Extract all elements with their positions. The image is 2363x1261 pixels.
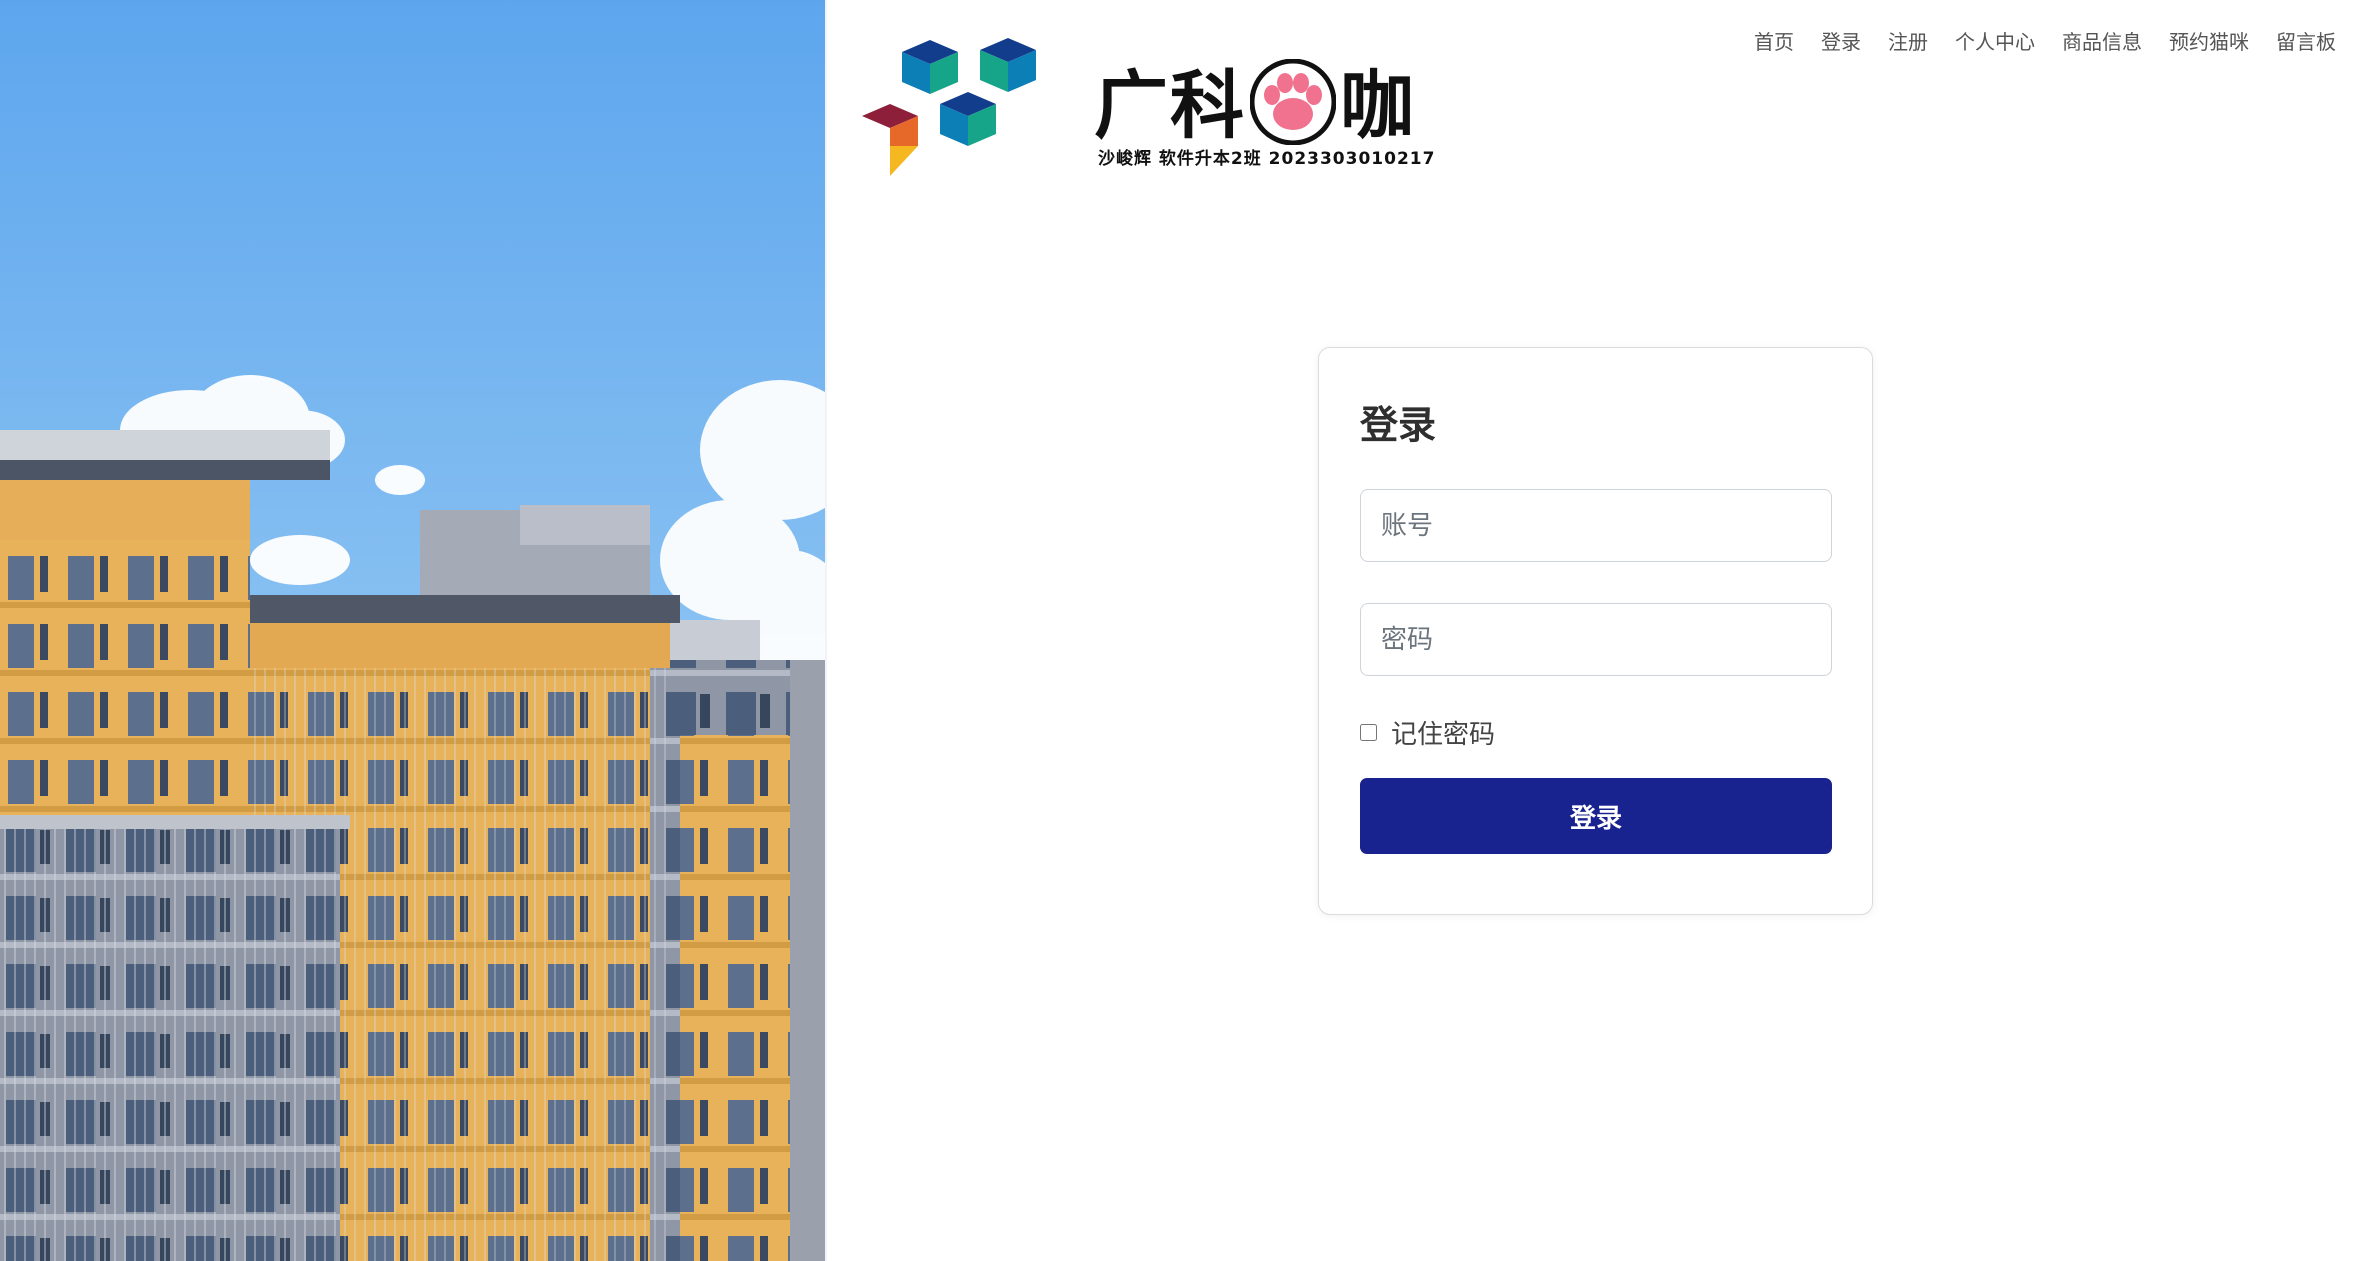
site-logo[interactable]: 广科 咖 沙峻辉 软件升本2班 2023303010217 xyxy=(858,36,1438,186)
login-button[interactable]: 登录 xyxy=(1360,778,1832,854)
remember-password[interactable]: 记住密码 xyxy=(1360,714,1495,751)
password-input[interactable] xyxy=(1360,603,1832,676)
nav-profile[interactable]: 个人中心 xyxy=(1955,26,2035,55)
top-nav: 首页 登录 注册 个人中心 商品信息 预约猫咪 留言板 xyxy=(1754,26,2336,55)
brand-subtitle: 沙峻辉 软件升本2班 2023303010217 xyxy=(1098,149,1436,169)
login-card: 登录 记住密码 登录 xyxy=(1318,347,1873,915)
nav-home[interactable]: 首页 xyxy=(1754,26,1794,55)
cube-logo-icon xyxy=(862,38,1036,176)
nav-message-board[interactable]: 留言板 xyxy=(2276,26,2336,55)
nav-register[interactable]: 注册 xyxy=(1888,26,1928,55)
login-heading: 登录 xyxy=(1360,403,1437,447)
remember-checkbox[interactable] xyxy=(1360,724,1377,741)
account-input[interactable] xyxy=(1360,489,1832,562)
nav-products[interactable]: 商品信息 xyxy=(2062,26,2142,55)
remember-label: 记住密码 xyxy=(1391,720,1496,750)
building-photo xyxy=(0,0,827,1261)
nav-login[interactable]: 登录 xyxy=(1821,26,1861,55)
nav-book-cat[interactable]: 预约猫咪 xyxy=(2169,26,2249,55)
